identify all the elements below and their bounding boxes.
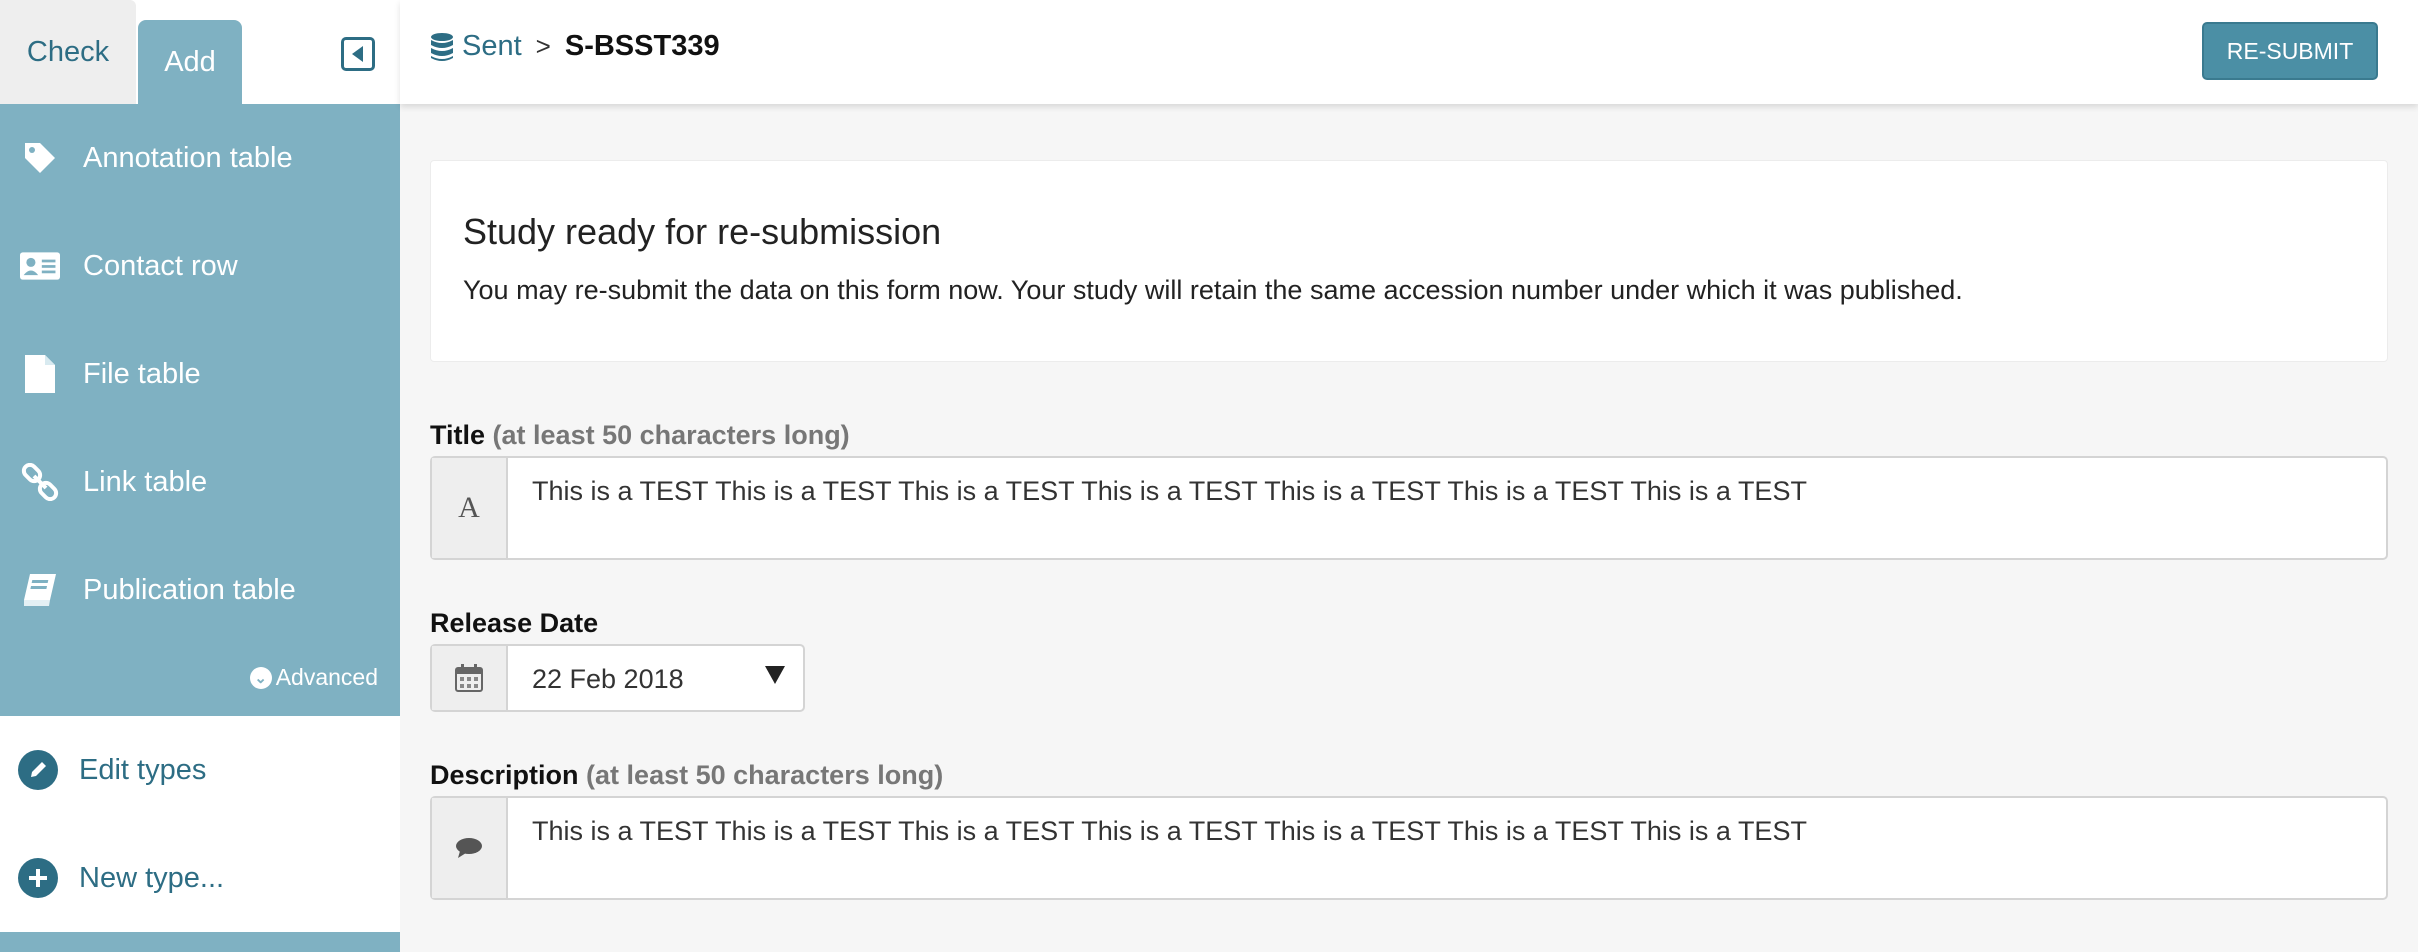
sidebar-item-label: File table: [83, 357, 201, 390]
description-field[interactable]: This is a TEST This is a TEST This is a …: [430, 796, 2388, 900]
description-label-text: Description: [430, 760, 579, 790]
title-label: Title (at least 50 characters long): [430, 420, 850, 451]
edit-types-button[interactable]: Edit types: [0, 716, 400, 824]
chevron-down-icon: [765, 666, 785, 684]
plus-icon: [18, 858, 58, 898]
sidebar-tabs: Check Add: [0, 0, 400, 104]
link-icon: [20, 462, 60, 502]
title-label-text: Title: [430, 420, 486, 450]
description-label: Description (at least 50 characters long…: [430, 760, 943, 791]
breadcrumb-sent-link[interactable]: Sent: [462, 30, 522, 63]
sidebar-item-contact-row[interactable]: Contact row: [0, 212, 400, 320]
sidebar-item-file-table[interactable]: File table: [0, 320, 400, 428]
accession-number: S-BSST339: [564, 30, 720, 62]
breadcrumb: Sent > S-BSST339: [430, 30, 720, 63]
description-value: This is a TEST This is a TEST This is a …: [532, 816, 1807, 846]
sidebar-item-label: Publication table: [83, 573, 296, 606]
release-date-label: Release Date: [430, 608, 599, 638]
release-date-select[interactable]: 22 Feb 2018: [430, 644, 805, 712]
notice-text: You may re-submit the data on this form …: [463, 275, 1963, 305]
description-hint: (at least 50 characters long): [586, 760, 944, 790]
notice-title: Study ready for re-submission: [463, 211, 942, 252]
release-date-value: 22 Feb 2018: [532, 664, 684, 694]
file-icon: [20, 354, 60, 394]
title-hint: (at least 50 characters long): [492, 420, 850, 450]
advanced-toggle[interactable]: ⌄ Advanced: [249, 664, 378, 691]
types-panel: Edit types New type...: [0, 716, 400, 932]
breadcrumb-separator: >: [535, 31, 551, 61]
sidebar-item-publication-table[interactable]: Publication table: [0, 536, 400, 644]
contact-card-icon: [20, 246, 60, 286]
new-type-label: New type...: [79, 861, 225, 894]
sidebar-item-link-table[interactable]: Link table: [0, 428, 400, 536]
top-header: Sent > S-BSST339 RE-SUBMIT: [400, 0, 2418, 104]
edit-types-label: Edit types: [79, 753, 207, 786]
sidebar-item-annotation-table[interactable]: Annotation table: [0, 104, 400, 212]
advanced-label: Advanced: [275, 664, 378, 690]
tab-add[interactable]: Add: [138, 20, 242, 104]
sidebar-footer: [0, 932, 400, 952]
resubmit-button[interactable]: RE-SUBMIT: [2202, 22, 2378, 80]
sidebar-item-label: Annotation table: [83, 141, 293, 174]
chevron-down-icon: ⌄: [249, 666, 272, 689]
new-type-button[interactable]: New type...: [0, 824, 400, 932]
tab-check[interactable]: Check: [0, 0, 136, 104]
sidebar-item-label: Contact row: [83, 249, 238, 282]
title-field[interactable]: A This is a TEST This is a TEST This is …: [430, 456, 2388, 560]
book-icon: [20, 570, 60, 610]
font-icon: A: [432, 458, 508, 558]
sidebar-item-label: Link table: [83, 465, 208, 498]
database-icon: [430, 32, 454, 62]
tag-icon: [20, 138, 60, 178]
title-value: This is a TEST This is a TEST This is a …: [532, 476, 1807, 506]
resubmission-notice: Study ready for re-submission You may re…: [430, 160, 2388, 362]
collapse-sidebar-icon[interactable]: [341, 37, 375, 71]
comment-icon: [432, 798, 508, 898]
calendar-icon: [432, 646, 508, 710]
pencil-icon: [18, 750, 58, 790]
sidebar: Check Add Annotation table Contact row F…: [0, 0, 400, 952]
